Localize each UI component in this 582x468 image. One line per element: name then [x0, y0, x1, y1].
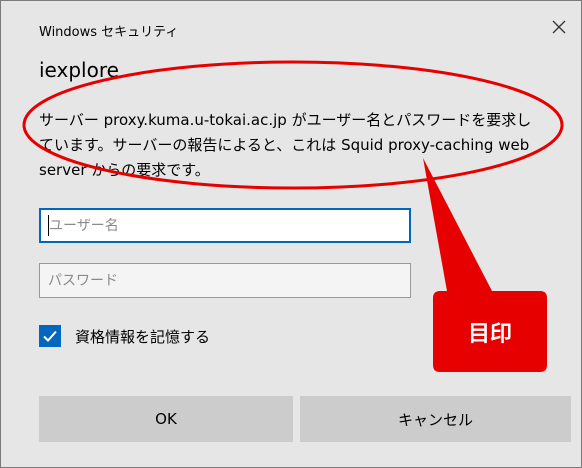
checkmark-icon — [43, 330, 57, 342]
prompt-message-line: サーバー proxy.kuma.u-tokai.ac.jp がユーザー名とパスワ… — [39, 111, 532, 129]
checkbox-box[interactable] — [39, 325, 61, 347]
username-input[interactable] — [39, 208, 411, 243]
ok-button[interactable]: OK — [39, 396, 293, 442]
password-input[interactable] — [39, 263, 411, 298]
prompt-message-line: server からの要求です。 — [39, 161, 210, 179]
close-icon — [552, 20, 566, 34]
close-button[interactable] — [547, 15, 571, 39]
callout-label: 目印 — [467, 321, 512, 347]
credential-dialog: Windows セキュリティ iexplore サーバー proxy.kuma.… — [0, 0, 582, 468]
prompt-message-line: ています。サーバーの報告によると、これは Squid proxy-caching… — [39, 136, 530, 154]
cancel-button[interactable]: キャンセル — [300, 396, 571, 442]
app-name: iexplore — [39, 58, 119, 82]
prompt-message: サーバー proxy.kuma.u-tokai.ac.jp がユーザー名とパスワ… — [39, 108, 559, 183]
remember-credentials-checkbox[interactable]: 資格情報を記憶する — [39, 325, 210, 347]
window-title: Windows セキュリティ — [39, 25, 179, 40]
remember-credentials-label: 資格情報を記憶する — [75, 327, 211, 346]
text-caret — [48, 215, 49, 236]
